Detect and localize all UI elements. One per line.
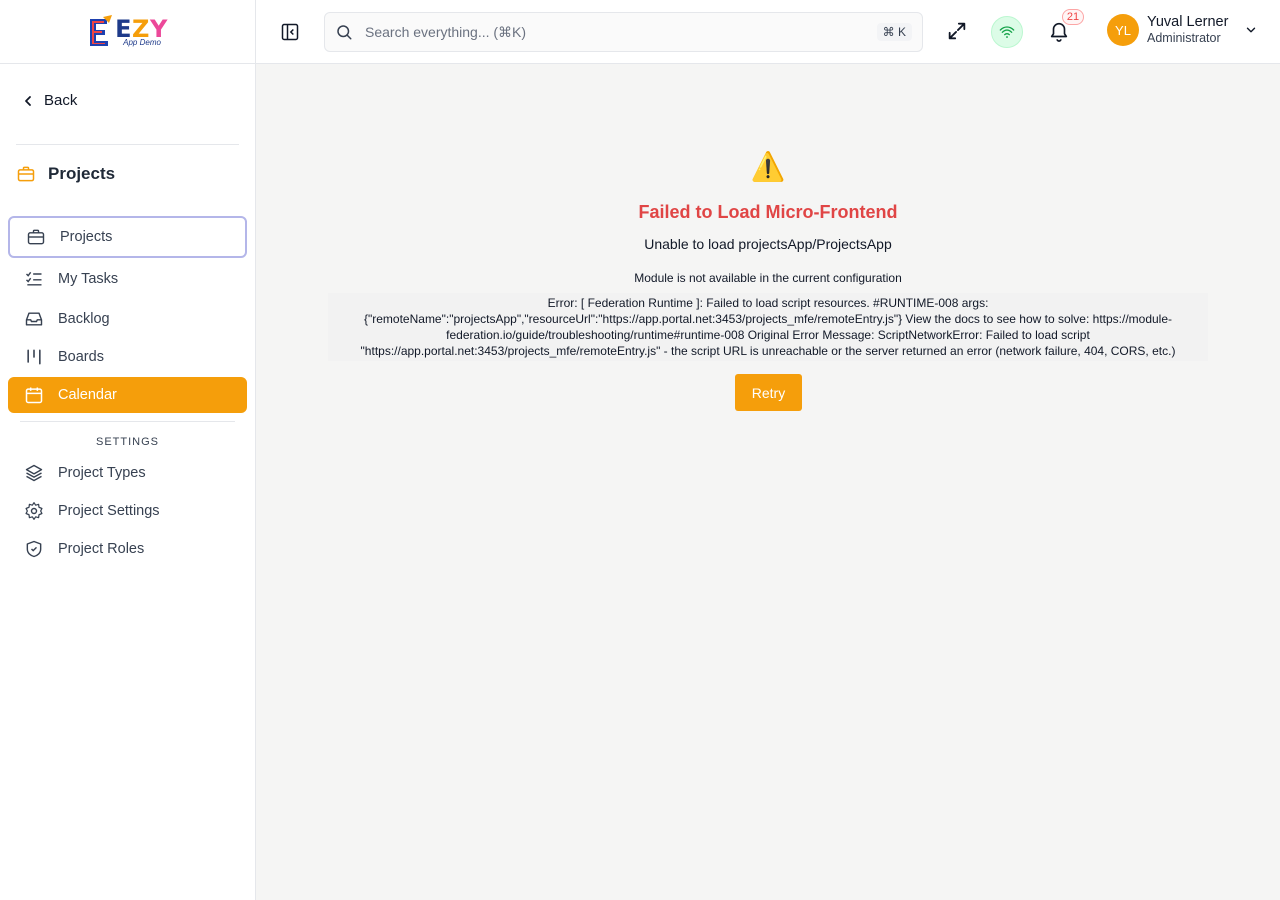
retry-button[interactable]: Retry <box>735 374 802 411</box>
top-header: ⌘ K 21 YL Yuval Lerner Administrator <box>256 0 1280 64</box>
sidebar-item-my-tasks[interactable]: My Tasks <box>8 261 247 297</box>
sidebar-toggle-button[interactable] <box>278 20 302 44</box>
sidebar-item-label: Calendar <box>58 387 117 403</box>
columns-icon <box>24 347 44 367</box>
section-title-label: Projects <box>48 164 116 183</box>
calendar-icon <box>24 385 44 405</box>
list-checks-icon <box>24 269 44 289</box>
shield-check-icon <box>24 539 44 559</box>
sidebar-item-projects[interactable]: Projects <box>8 216 247 258</box>
sidebar-item-boards[interactable]: Boards <box>8 339 247 375</box>
logo-mark-icon <box>90 14 113 46</box>
error-title: Failed to Load Micro-Frontend <box>638 202 898 222</box>
inbox-icon <box>24 309 44 329</box>
briefcase-icon <box>26 227 46 247</box>
sidebar-item-label: Project Settings <box>58 503 160 519</box>
sidebar-item-label: My Tasks <box>58 271 119 287</box>
sidebar-item-label: Backlog <box>58 311 110 327</box>
panel-left-close-icon <box>281 23 299 41</box>
user-role: Administrator <box>1147 31 1221 46</box>
briefcase-icon <box>17 166 35 182</box>
sidebar-item-backlog[interactable]: Backlog <box>8 301 247 337</box>
main-content: ⚠️ Failed to Load Micro-Frontend Unable … <box>256 64 1280 900</box>
search-bar[interactable]: ⌘ K <box>324 12 923 52</box>
search-icon <box>337 25 352 40</box>
sidebar-item-label: Project Roles <box>58 541 145 557</box>
sidebar-item-label: Projects <box>60 229 113 245</box>
back-button[interactable]: Back <box>22 92 77 109</box>
back-label: Back <box>44 92 78 109</box>
maximize-icon <box>948 22 966 40</box>
gear-icon <box>24 501 44 521</box>
sidebar-item-project-types[interactable]: Project Types <box>8 455 247 491</box>
logo-subtitle: App Demo <box>123 37 161 47</box>
warning-icon: ⚠️ <box>750 151 786 182</box>
logo-area: EZY App Demo <box>0 0 255 64</box>
sidebar-item-calendar[interactable]: Calendar <box>8 377 247 413</box>
sidebar: EZY App Demo Back Projects Projects My T… <box>0 0 256 900</box>
logo-wordmark: EZY <box>115 14 168 43</box>
fullscreen-button[interactable] <box>946 20 970 44</box>
settings-heading: SETTINGS <box>95 436 159 448</box>
connection-status-indicator[interactable] <box>991 16 1023 48</box>
wifi-icon <box>999 26 1015 38</box>
divider <box>16 144 239 145</box>
sidebar-item-project-roles[interactable]: Project Roles <box>8 531 247 567</box>
user-name: Yuval Lerner <box>1147 14 1229 30</box>
chevron-left-icon <box>25 95 31 106</box>
user-menu[interactable]: YL Yuval Lerner Administrator <box>1107 14 1258 47</box>
avatar: YL <box>1107 14 1139 47</box>
app-logo[interactable]: EZY App Demo <box>87 14 168 49</box>
section-title: Projects <box>16 164 115 184</box>
layers-icon <box>24 463 44 483</box>
search-input[interactable] <box>365 24 845 40</box>
notification-count-badge: 21 <box>1062 9 1084 25</box>
divider <box>20 421 235 422</box>
error-subtitle: Unable to load projectsApp/ProjectsApp <box>644 236 892 252</box>
sidebar-item-label: Boards <box>58 349 104 365</box>
sidebar-item-label: Project Types <box>58 465 146 481</box>
shortcut-hint: ⌘ K <box>876 23 912 41</box>
error-message: Module is not available in the current c… <box>634 271 902 285</box>
error-details: Error: [ Federation Runtime ]: Failed to… <box>328 293 1208 361</box>
chevron-down-icon <box>1247 27 1256 33</box>
sidebar-item-project-settings[interactable]: Project Settings <box>8 493 247 529</box>
